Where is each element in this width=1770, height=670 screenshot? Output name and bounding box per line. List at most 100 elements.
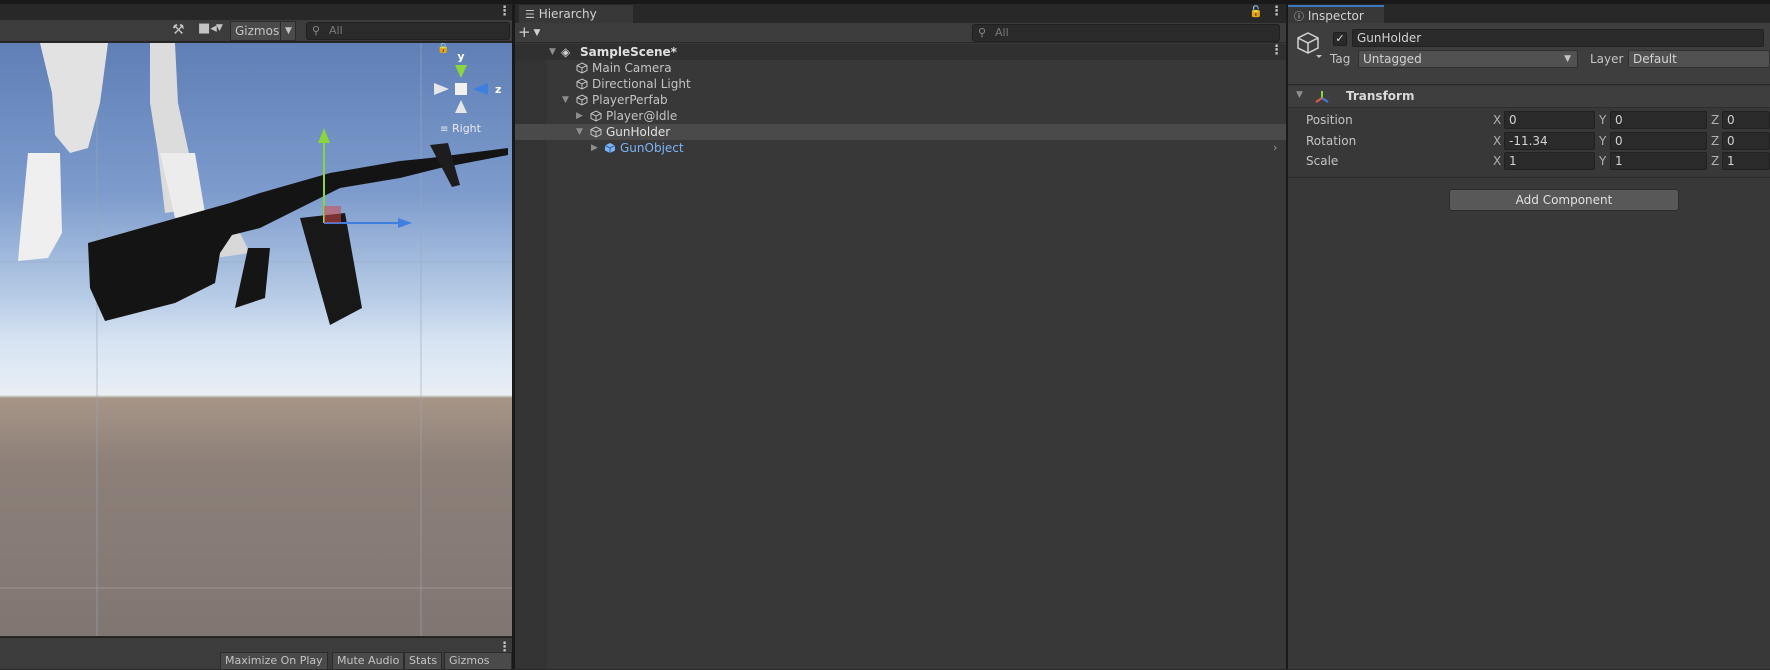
scale-x-field[interactable]: 1 (1504, 152, 1595, 170)
chevron-down-icon: ▼ (1564, 54, 1571, 64)
mute-audio-label: Mute Audio (337, 654, 400, 667)
stats-button[interactable]: Stats (404, 652, 443, 670)
rotation-y-field[interactable]: 0 (1610, 132, 1707, 150)
scale-z-field[interactable]: 1 (1722, 152, 1770, 170)
field-value: -11.34 (1509, 134, 1548, 148)
hierarchy-list-icon: ☰ (525, 8, 535, 21)
game-toolbar: ⋮ Maximize On Play Mute Audio Stats Gizm… (0, 637, 512, 670)
tag-dropdown[interactable]: Untagged ▼ (1358, 50, 1578, 68)
inspector-header: ✓ GunHolder Tag Untagged ▼ Layer Default (1288, 23, 1770, 85)
gameobject-icon (576, 94, 588, 106)
list-item-selected[interactable]: ▼ GunHolder (515, 124, 1286, 140)
row-label: Scale (1306, 154, 1339, 168)
unity-scene-icon: ◈ (561, 45, 571, 59)
scene-panel-menu-icon[interactable]: ⋮ (498, 4, 511, 19)
scene-viewport[interactable]: y z 🔒 ≡ Right (0, 43, 512, 636)
collapse-arrow-icon[interactable]: ▶ (576, 108, 583, 124)
component-expand-icon[interactable]: ▼ (1296, 90, 1303, 100)
orientation-neg-y-cone (455, 100, 467, 113)
object-name-value: GunHolder (1357, 31, 1422, 45)
hierarchy-menu-icon[interactable]: ⋮ (1270, 4, 1283, 19)
orientation-y-label: y (457, 50, 464, 63)
orientation-z-cone (473, 83, 488, 95)
gizmo-z-arrow (398, 218, 412, 228)
scale-y-field[interactable]: 1 (1610, 152, 1707, 170)
active-checkbox[interactable]: ✓ (1333, 32, 1347, 46)
scene-name: SampleScene* (580, 45, 677, 59)
hierarchy-item-label-prefab: GunObject (620, 141, 684, 155)
character-boot-left (18, 153, 62, 261)
position-y-field[interactable]: 0 (1610, 111, 1707, 129)
inspector-tab-label: Inspector (1307, 9, 1364, 23)
position-x-field[interactable]: 0 (1504, 111, 1595, 129)
tools-icon[interactable]: ⚒ (172, 22, 185, 38)
lock-icon: 🔒 (437, 43, 449, 54)
orientation-z-label: z (495, 83, 501, 96)
axis-y-label: Y (1599, 134, 1607, 148)
gizmo-y-arrow (318, 128, 330, 143)
field-value: 0 (1615, 134, 1623, 148)
maximize-on-play-button[interactable]: Maximize On Play (220, 652, 328, 670)
axis-x-label: X (1493, 113, 1502, 127)
transform-component-header[interactable]: ▼ Transform (1288, 86, 1770, 108)
scene-toolbar: ⚒ ■◂ ▼ Gizmos ▼ ⚲ All (0, 20, 512, 42)
field-value: 1 (1509, 154, 1517, 168)
expand-arrow-icon[interactable]: ▼ (562, 92, 569, 108)
orientation-y-cone (455, 65, 467, 78)
view-menu-icon: ≡ (440, 124, 448, 135)
hierarchy-search-icon: ⚲ (978, 26, 987, 39)
tab-hierarchy[interactable]: ☰ Hierarchy (519, 5, 633, 24)
component-name: Transform (1346, 89, 1415, 103)
collapse-arrow-icon[interactable]: ▶ (591, 140, 598, 156)
hierarchy-tab-strip: ☰ Hierarchy 🔓 ⋮ (515, 4, 1286, 24)
list-item[interactable]: ▶ Player@Idle (547, 108, 1286, 124)
search-icon: ⚲ (312, 24, 321, 37)
prefab-open-chevron-icon[interactable]: › (1273, 140, 1277, 156)
field-value: 1 (1727, 154, 1735, 168)
maximize-on-play-label: Maximize On Play (225, 654, 323, 667)
field-value: 1 (1615, 154, 1623, 168)
axis-y-label: Y (1599, 113, 1607, 127)
scene-root-row[interactable]: ▼ ◈ SampleScene* ⋮ (515, 43, 1286, 60)
axis-x-label: X (1493, 154, 1502, 168)
axis-z-label: Z (1711, 134, 1720, 148)
field-value: 0 (1615, 113, 1623, 127)
layer-value: Default (1633, 52, 1677, 66)
scene-tab-strip: ⋮ (0, 4, 512, 20)
rifle-magazine (300, 213, 362, 325)
scene-search-input[interactable]: ⚲ All (306, 22, 510, 40)
gameobject-large-icon (1297, 32, 1322, 58)
orientation-neg-z-cone (434, 83, 449, 95)
hierarchy-lock-icon[interactable]: 🔓 (1249, 5, 1263, 18)
mute-audio-button[interactable]: Mute Audio (332, 652, 405, 670)
hierarchy-toolbar: ⚲ All (515, 23, 1286, 43)
list-item[interactable]: ▼ PlayerPerfab (547, 92, 1286, 108)
camera-icon[interactable]: ■◂ (198, 21, 217, 36)
field-value: 0 (1727, 113, 1735, 127)
scene-row-menu-icon[interactable]: ⋮ (1270, 43, 1283, 59)
hierarchy-item-label: PlayerPerfab (592, 93, 668, 107)
hierarchy-search-input[interactable]: ⚲ All (972, 24, 1280, 42)
object-name-field[interactable]: GunHolder (1352, 29, 1764, 47)
create-object-button[interactable]: + ▼ (518, 24, 548, 42)
add-component-button[interactable]: Add Component (1449, 189, 1679, 211)
list-item[interactable]: ▶ GunObject › (547, 140, 1286, 156)
add-component-label: Add Component (1515, 193, 1613, 207)
list-item[interactable]: Main Camera (547, 60, 1286, 76)
game-gizmos-button[interactable]: Gizmos (444, 652, 512, 670)
scene-expand-icon[interactable]: ▼ (549, 44, 556, 60)
prefab-icon (604, 143, 616, 153)
layer-dropdown[interactable]: Default (1628, 50, 1770, 68)
expand-arrow-icon[interactable]: ▼ (576, 124, 583, 140)
rotation-z-field[interactable]: 0 (1722, 132, 1770, 150)
rotation-x-field[interactable]: -11.34 (1504, 132, 1595, 150)
hierarchy-item-label: GunHolder (606, 125, 671, 139)
gizmos-dropdown-icon[interactable]: ▼ (280, 21, 296, 41)
hierarchy-item-label: Player@Idle (606, 109, 678, 123)
position-z-field[interactable]: 0 (1722, 111, 1770, 129)
list-item[interactable]: Directional Light (547, 76, 1286, 92)
camera-dropdown-icon[interactable]: ▼ (216, 23, 223, 33)
gizmo-plane-handle (324, 206, 341, 223)
tag-value: Untagged (1363, 52, 1422, 66)
scene-search-placeholder: All (329, 24, 343, 37)
